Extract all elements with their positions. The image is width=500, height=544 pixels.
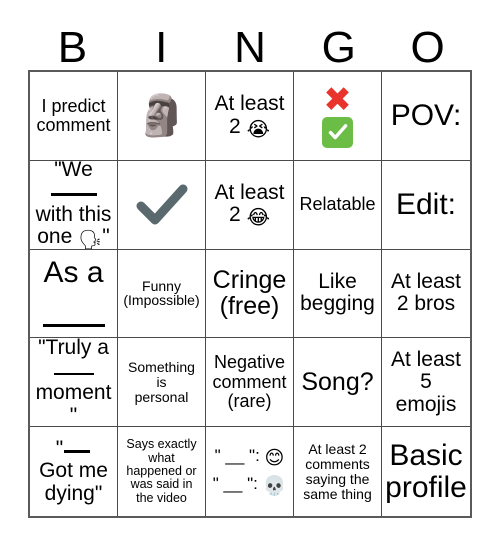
bingo-cell-b5-text: " Got me dying" [39,436,108,505]
bingo-cell-n5[interactable]: " __ ": 😊 " __ ": 💀 [206,427,294,516]
bingo-cell-b2-line2: with this [35,202,112,226]
header-letter-b: B [57,23,88,72]
blank-underline [42,324,105,328]
bingo-cell-g5-text: At least 2 comments saying the same thin… [303,440,372,502]
bingo-cell-b2-line3: one [37,225,73,249]
bingo-cell-i3-text: Funny (Impossible) [123,277,200,309]
bingo-cell-b2-line1: "We [54,160,93,181]
bingo-grid: I predict comment 🗿 At least2 😭 ✖ POV: [28,70,472,518]
bingo-cell-b1[interactable]: I predict comment [30,72,118,161]
bingo-cell-b3[interactable]: As a [30,249,118,339]
bingo-cell-n5-quote1: " __ ": [214,446,260,466]
bingo-cell-o2[interactable]: Edit: [382,160,470,250]
bingo-cell-n4-text: Negative comment (rare) [212,352,287,411]
bingo-cell-b1-text: I predict comment [36,95,111,135]
bingo-cell-n2-line1: At least [214,180,285,204]
bingo-cell-n5-row2: " __ ": 💀 [213,475,287,496]
header-letter-i: I [155,23,168,72]
bingo-cell-n3[interactable]: Cringe (free) [206,249,294,339]
bingo-header: B I N G O [28,14,472,70]
skull-icon: 💀 [262,475,287,498]
bingo-cell-b4-line1: "Truly a [38,338,109,360]
bingo-card: B I N G O I predict comment 🗿 At least 2 … [0,0,500,544]
heavy-check-mark-icon [134,181,190,229]
bingo-cell-g4[interactable]: Song? [294,338,382,428]
bingo-cell-g2[interactable]: Relatable [294,160,382,250]
bingo-cell-b2[interactable]: "We with this one 🗣" [30,160,118,250]
blank-underline [64,449,91,453]
header-letter-n: N [234,23,266,72]
bingo-cell-b5-line2: Got me [39,459,108,483]
bingo-cell-b2-closing: " [102,225,110,249]
header-letter-g: G [321,23,356,72]
bingo-cell-i4-text: Something is personal [128,358,195,405]
face-with-tears-of-joy-icon: 😂 [246,205,270,230]
bingo-cell-i2[interactable] [118,160,206,250]
bingo-cell-n1[interactable]: At least 2 😭 [206,72,294,161]
bingo-cell-n2[interactable]: At least 2 😂 [206,160,294,250]
bingo-cell-o5-text: Basic profile [385,438,467,504]
bingo-cell-n4[interactable]: Negative comment (rare) [206,338,294,428]
bingo-cell-g5[interactable]: At least 2 comments saying the same thin… [294,427,382,516]
bingo-cell-o5[interactable]: Basic profile [382,427,470,516]
speaking-head-icon: 🗣 [78,229,103,250]
bingo-cell-o3[interactable]: At least 2 bros [382,249,470,339]
bingo-cell-n5-row1: " __ ": 😊 [215,447,285,468]
bingo-cell-n3-text: Cringe (free) [212,265,287,321]
bingo-cell-n1-text: At least 2 😭 [209,92,290,141]
bingo-cell-b3-group: As a [33,252,114,336]
bingo-cell-b3-line1: As a [43,255,104,289]
cross-and-check-group: ✖ [322,80,353,148]
bingo-cell-g3-text: Like begging [300,270,375,316]
bingo-cell-i1[interactable]: 🗿 [118,72,206,161]
header-letter-o: O [410,23,445,72]
smiling-face-with-smiling-eyes-icon: 😊 [264,447,285,470]
bingo-cell-n2-line2: 2 [229,203,241,227]
bingo-cell-o2-text: Edit: [395,187,457,221]
bingo-cell-g3[interactable]: Like begging [294,249,382,339]
check-mark-button-icon [322,116,353,148]
bingo-cell-n1-line2: 2 [229,114,241,138]
bingo-cell-n1-line1: At least [214,92,285,116]
bingo-cell-n2-text: At least 2 😂 [209,180,290,230]
bingo-cell-o4-text: At least 5 emojis [390,347,462,416]
bingo-cell-i3[interactable]: Funny (Impossible) [118,249,206,339]
bingo-cell-g2-text: Relatable [299,194,376,215]
bingo-cell-i4[interactable]: Something is personal [118,338,206,428]
moai-icon: 🗿 [136,92,187,139]
bingo-cell-b5-line3: dying" [44,481,103,505]
cross-mark-icon: ✖ [323,80,352,121]
bingo-cell-i5[interactable]: Says exactly what happened or was said i… [118,427,206,516]
loudly-crying-face-icon: 😭 [246,116,270,141]
blank-underline [53,372,94,375]
bingo-cell-b4-line3: moment" [35,381,112,427]
bingo-cell-g4-text: Song? [301,367,374,396]
bingo-cell-n5-group: " __ ": 😊 " __ ": 💀 [209,447,290,496]
bingo-cell-o4[interactable]: At least 5 emojis [382,338,470,428]
bingo-cell-o1[interactable]: POV: [382,72,470,161]
bingo-cell-b2-text: "We with this one 🗣" [33,160,114,250]
bingo-cell-o3-text: At least 2 bros [390,270,462,316]
bingo-cell-b4-text: "Truly a moment" [33,338,114,427]
blank-underline [50,193,97,197]
bingo-cell-b5[interactable]: " Got me dying" [30,427,118,516]
bingo-cell-n5-quote2: " __ ": [212,474,258,494]
bingo-cell-g1[interactable]: ✖ [294,72,382,161]
bingo-cell-i5-text: Says exactly what happened or was said i… [126,437,197,505]
bingo-cell-o1-text: POV: [390,98,462,132]
bingo-cell-b4[interactable]: "Truly a moment" [30,338,118,428]
